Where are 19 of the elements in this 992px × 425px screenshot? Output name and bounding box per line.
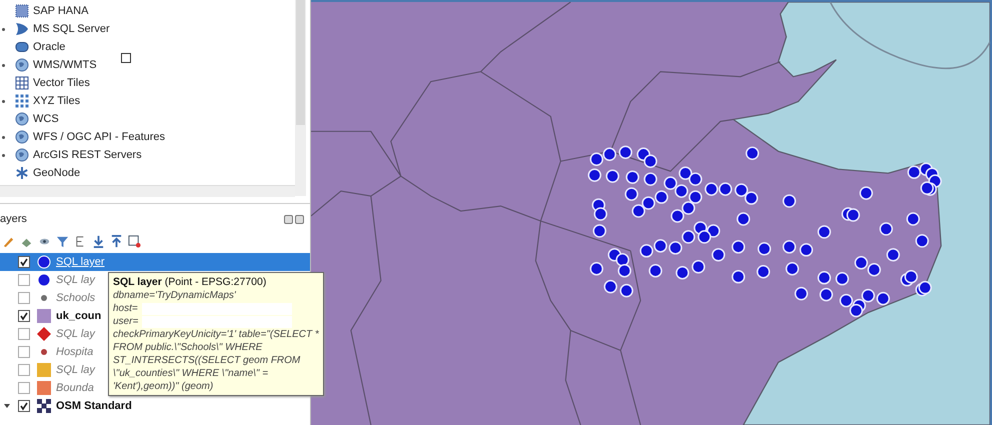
layer-name: Bounda <box>56 382 94 394</box>
layer-name: Schools <box>56 292 96 304</box>
tooltip-line: host= <box>113 303 138 314</box>
layer-name: uk_coun <box>56 310 102 322</box>
layer-name: SQL lay <box>56 328 95 340</box>
layer-name: SQL layer <box>56 256 105 268</box>
tooltip-title: SQL layer (Point - EPSG:27700) <box>113 275 268 289</box>
tooltip-line: FROM public.\"Schools\" WHERE <box>113 342 262 353</box>
tooltip-line: \"uk_counties\" WHERE \"name\" = <box>113 368 268 379</box>
tooltip-line: dbname='TryDynamicMaps' <box>113 290 236 301</box>
layer-name: SQL lay <box>56 274 95 286</box>
tooltip-line: 'Kent'),geom))" (geom) <box>113 381 214 392</box>
panel-title: ayers <box>0 213 27 225</box>
layer-name: SQL lay <box>56 364 95 376</box>
tooltip-line: user= <box>113 316 138 327</box>
tooltip-line: ST_INTERSECTS((SELECT geom FROM <box>113 355 300 366</box>
layer-name: OSM Standard <box>56 400 132 412</box>
tooltip-line: checkPrimaryKeyUnicity='1' table="(SELECT * <box>113 329 319 340</box>
layer-name: Hospita <box>56 346 94 358</box>
